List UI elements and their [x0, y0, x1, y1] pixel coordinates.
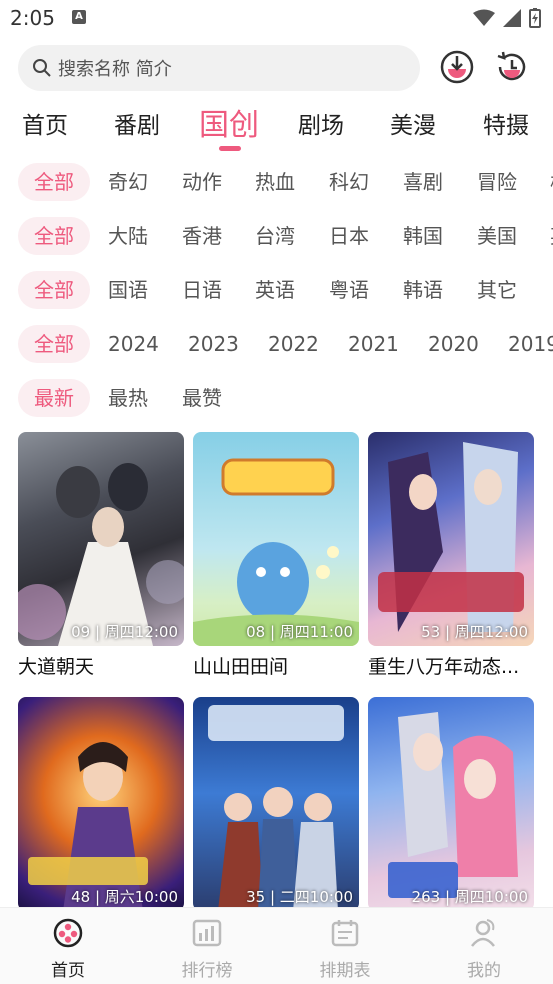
search-input[interactable]: 搜索名称 简介: [18, 45, 420, 91]
nav-label: 排期表: [319, 961, 371, 981]
anime-card[interactable]: 08 | 周四11:00 山山田田间: [193, 432, 359, 679]
filter-chip[interactable]: 粤语: [329, 271, 369, 309]
anime-card[interactable]: 53 | 周四12:00 重生八万年动态...: [368, 432, 534, 679]
tab-guochuang[interactable]: 国创: [199, 100, 259, 144]
filter-row-region: 全部 大陆 香港 台湾 日本 韩国 美国 英: [0, 217, 553, 257]
search-placeholder: 搜索名称 简介: [58, 59, 172, 80]
status-bar: 2:05 A: [0, 0, 553, 36]
filter-row-sort: 最新 最热 最赞: [0, 379, 553, 419]
tab-american-comics[interactable]: 美漫: [390, 106, 436, 140]
history-icon[interactable]: [495, 50, 529, 84]
filter-row-language: 全部 国语 日语 英语 粤语 韩语 其它: [0, 271, 553, 311]
chart-icon: [192, 919, 222, 947]
episode-badge: 35 | 二四10:00: [246, 888, 353, 906]
poster-image[interactable]: 08 | 周四11:00: [193, 432, 359, 646]
filter-chip[interactable]: 动作: [182, 163, 222, 201]
anime-card[interactable]: 09 | 周四12:00 大道朝天: [18, 432, 184, 679]
tab-anime[interactable]: 番剧: [114, 106, 160, 140]
filter-chip[interactable]: 韩语: [403, 271, 443, 309]
episode-badge: 263 | 周四10:00: [411, 888, 528, 906]
filter-chip[interactable]: 2024: [108, 325, 159, 363]
filter-chip[interactable]: 全部: [18, 163, 90, 201]
filter-chip[interactable]: 最赞: [182, 379, 222, 417]
nav-home[interactable]: 首页: [28, 918, 108, 981]
poster-art: [193, 458, 359, 646]
filter-row-year: 全部 2024 2023 2022 2021 2020 2019: [0, 325, 553, 365]
filter-chip[interactable]: 国语: [108, 271, 148, 309]
poster-image[interactable]: 09 | 周四12:00: [18, 432, 184, 646]
filter-chip[interactable]: 最新: [18, 379, 90, 417]
battery-icon: [529, 8, 541, 28]
episode-badge: 48 | 周六10:00: [71, 888, 178, 906]
episode-badge: 08 | 周四11:00: [246, 623, 353, 641]
nav-label: 我的: [467, 961, 501, 981]
card-title: 山山田田间: [193, 656, 289, 678]
calendar-icon: [331, 920, 359, 947]
filter-chip[interactable]: 全部: [18, 325, 90, 363]
filter-chip[interactable]: 奇幻: [108, 163, 148, 201]
tab-tokusatsu[interactable]: 特摄: [483, 106, 529, 140]
download-icon[interactable]: [440, 50, 474, 84]
filter-chip[interactable]: 热血: [255, 163, 295, 201]
filter-chip[interactable]: 冒险: [477, 163, 517, 201]
filter-chip[interactable]: 大陆: [108, 217, 148, 255]
search-icon: [33, 59, 51, 77]
user-icon: [471, 919, 495, 947]
filter-chip[interactable]: 2022: [268, 325, 319, 363]
poster-image[interactable]: 48 | 周六10:00: [18, 697, 184, 911]
filter-chip[interactable]: 全部: [18, 217, 90, 255]
filter-chip[interactable]: 美国: [477, 217, 517, 255]
home-film-reel-icon: [53, 918, 83, 948]
tab-home[interactable]: 首页: [22, 106, 68, 140]
wifi-icon: [473, 9, 495, 26]
poster-art: [378, 442, 524, 632]
status-icons: [473, 8, 541, 28]
filter-chip[interactable]: 2019: [508, 325, 553, 363]
filter-chip[interactable]: 香港: [182, 217, 222, 255]
filter-chip[interactable]: 2023: [188, 325, 239, 363]
filter-row-genre: 全部 奇幻 动作 热血 科幻 喜剧 冒险 校: [0, 163, 553, 203]
filter-chip[interactable]: 喜剧: [403, 163, 443, 201]
tab-indicator: [219, 146, 241, 151]
filter-chip[interactable]: 英语: [255, 271, 295, 309]
nav-ranking[interactable]: 排行榜: [167, 918, 247, 981]
filter-chip[interactable]: 科幻: [329, 163, 369, 201]
filter-chip[interactable]: 其它: [477, 271, 517, 309]
card-title: 大道朝天: [18, 656, 95, 678]
filter-chip[interactable]: 台湾: [255, 217, 295, 255]
poster-art: [28, 742, 148, 911]
anime-card[interactable]: 263 | 周四10:00: [368, 697, 534, 911]
anime-card[interactable]: 35 | 二四10:00: [193, 697, 359, 911]
nav-label: 首页: [51, 961, 85, 981]
anime-card[interactable]: 48 | 周六10:00: [18, 697, 184, 911]
bottom-navigation: 首页 排行榜 排期表 我的: [0, 907, 553, 984]
episode-badge: 09 | 周四12:00: [71, 623, 178, 641]
tab-theater[interactable]: 剧场: [298, 106, 344, 140]
signal-icon: [503, 9, 521, 27]
poster-image[interactable]: 53 | 周四12:00: [368, 432, 534, 646]
nav-profile[interactable]: 我的: [444, 918, 524, 981]
filter-chip[interactable]: 2020: [428, 325, 479, 363]
filter-chip[interactable]: 2021: [348, 325, 399, 363]
filter-chip[interactable]: 韩国: [403, 217, 443, 255]
poster-art: [388, 712, 518, 898]
filter-chip[interactable]: 日语: [182, 271, 222, 309]
poster-art: [208, 705, 344, 911]
poster-image[interactable]: 35 | 二四10:00: [193, 697, 359, 911]
filter-chip[interactable]: 全部: [18, 271, 90, 309]
episode-badge: 53 | 周四12:00: [421, 623, 528, 641]
nav-schedule[interactable]: 排期表: [305, 918, 385, 981]
filter-chip[interactable]: 日本: [329, 217, 369, 255]
poster-art: [18, 463, 184, 646]
nav-label: 排行榜: [181, 961, 233, 981]
filter-chip[interactable]: 最热: [108, 379, 148, 417]
poster-image[interactable]: 263 | 周四10:00: [368, 697, 534, 911]
category-tabs: 首页 番剧 国创 剧场 美漫 特摄: [0, 100, 553, 156]
card-title: 重生八万年动态...: [368, 656, 520, 678]
status-time: 2:05: [10, 6, 55, 30]
notification-badge-icon: A: [72, 10, 86, 24]
